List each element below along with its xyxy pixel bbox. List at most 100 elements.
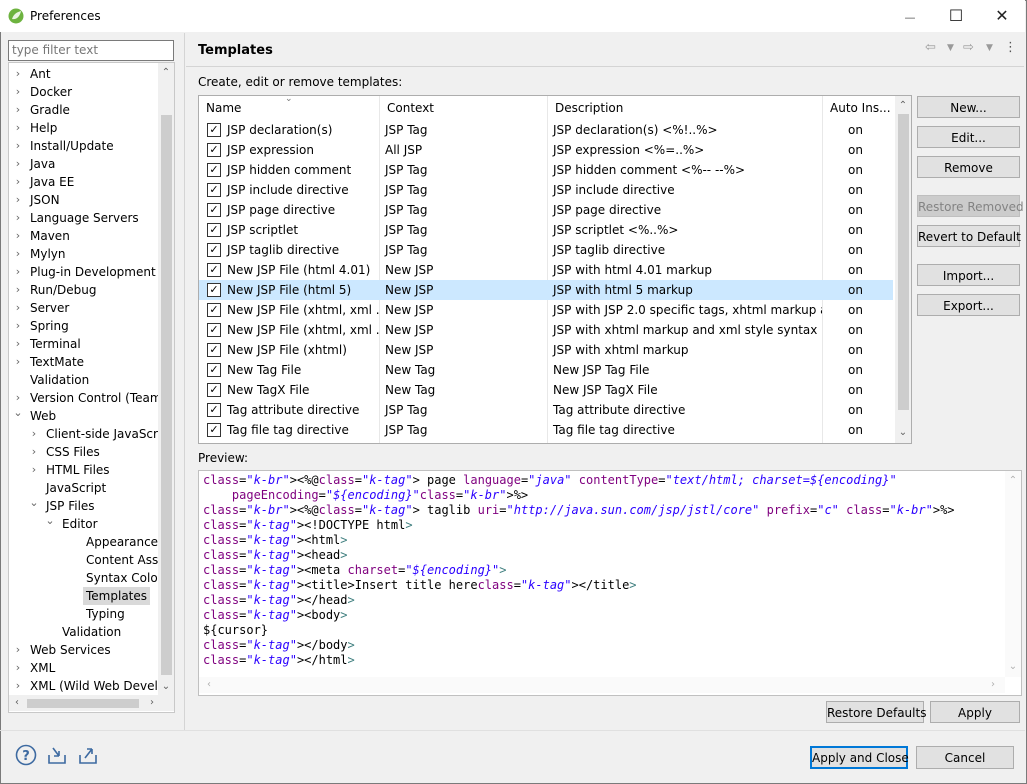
table-row[interactable]: ✓ JSP include directive JSP Tag JSP include… (199, 180, 893, 200)
enable-checkbox[interactable]: ✓ (207, 323, 221, 337)
tree-item[interactable]: › Spring (9, 317, 157, 335)
view-menu-icon[interactable]: ⋮ (1004, 40, 1017, 55)
collapsed-chevron-icon[interactable]: › (13, 245, 23, 263)
enable-checkbox[interactable]: ✓ (207, 423, 221, 437)
preview-horizontal-scrollbar[interactable]: ‹ › (199, 677, 1005, 693)
enable-checkbox[interactable]: ✓ (207, 163, 221, 177)
collapsed-chevron-icon[interactable]: › (13, 677, 23, 695)
edit-button[interactable]: Edit... (917, 126, 1020, 148)
collapsed-chevron-icon[interactable]: › (13, 659, 23, 677)
table-row[interactable]: ✓ New JSP File (xhtml) New JSP JSP with xht… (199, 340, 893, 360)
filter-field[interactable] (8, 40, 174, 61)
tree-item[interactable]: › TextMate (9, 353, 157, 371)
enable-checkbox[interactable]: ✓ (207, 283, 221, 297)
collapsed-chevron-icon[interactable]: › (13, 101, 23, 119)
collapsed-chevron-icon[interactable]: › (13, 227, 23, 245)
tree-scroll-thumb[interactable] (161, 115, 172, 675)
collapsed-chevron-icon[interactable]: › (13, 209, 23, 227)
remove-button[interactable]: Remove (917, 156, 1020, 178)
filter-input[interactable] (9, 41, 173, 58)
collapsed-chevron-icon[interactable]: › (13, 83, 23, 101)
tree-item[interactable]: › Install/Update (9, 137, 157, 155)
scroll-down-arrow-icon[interactable]: ⌄ (1005, 659, 1021, 675)
close-button[interactable]: ✕ (979, 0, 1025, 32)
scroll-right-arrow-icon[interactable]: › (985, 677, 1001, 693)
table-row[interactable]: ✓ New JSP File (xhtml, xml ... New JSP JSP … (199, 300, 893, 320)
table-row[interactable]: ✓ JSP page directive JSP Tag JSP page direc… (199, 200, 893, 220)
templates-table[interactable]: Name ⌄ Context Description Auto Ins... ✓… (198, 95, 912, 444)
pane-divider[interactable] (184, 33, 185, 730)
collapsed-chevron-icon[interactable]: › (13, 353, 23, 371)
table-row[interactable]: ✓ Tag attribute directive JSP Tag Tag attri… (199, 400, 893, 420)
collapsed-chevron-icon[interactable]: › (29, 425, 39, 443)
tree-item[interactable]: › XML (Wild Web Developer) (9, 677, 174, 695)
help-icon[interactable]: ? (15, 744, 37, 766)
back-arrow-icon[interactable]: ⇦ (925, 40, 936, 55)
table-row[interactable]: ✓ New JSP File (html 4.01) New JSP JSP with… (199, 260, 893, 280)
tree-item[interactable]: Syntax Coloring (9, 569, 174, 587)
scroll-up-arrow-icon[interactable]: ⌃ (158, 65, 174, 81)
minimize-button[interactable]: — (887, 0, 933, 32)
export-preferences-icon[interactable] (77, 744, 99, 766)
scroll-right-arrow-icon[interactable]: › (144, 695, 160, 711)
tree-item[interactable]: › Version Control (Team) (9, 389, 166, 407)
tree-hscroll-thumb[interactable] (27, 699, 139, 708)
tree-item[interactable]: › Docker (9, 83, 157, 101)
tree-item[interactable]: › Gradle (9, 101, 157, 119)
preview-pane[interactable]: class="k-br"><%@class="k-tag"> page lang… (198, 470, 1022, 696)
tree-item[interactable]: › Terminal (9, 335, 157, 353)
tree-item[interactable]: › Mylyn (9, 245, 157, 263)
tree-item[interactable]: › Java EE (9, 173, 157, 191)
restore-defaults-button[interactable]: Restore Defaults (826, 701, 926, 723)
tree-vertical-scrollbar[interactable]: ⌃ ⌄ (158, 63, 174, 695)
table-row[interactable]: ✓ New JSP File (html 5) New JSP JSP with ht… (199, 280, 893, 300)
column-header-description[interactable]: Description (548, 96, 823, 120)
column-header-context[interactable]: Context (380, 96, 548, 120)
forward-arrow-icon[interactable]: ⇨ (963, 40, 974, 55)
tree-item[interactable]: › Ant (9, 65, 157, 83)
collapsed-chevron-icon[interactable]: › (13, 299, 23, 317)
tree-item[interactable]: › Web Services (9, 641, 157, 659)
tree-item[interactable]: Appearance (9, 533, 158, 551)
scroll-down-arrow-icon[interactable]: ⌄ (158, 679, 174, 695)
preference-tree[interactable]: › Ant › Docker › Gradle › Help › Install/Update › J… (8, 62, 175, 713)
apply-and-close-button[interactable]: Apply and Close (810, 746, 909, 769)
table-row[interactable]: ✓ New Tag File New Tag New JSP Tag File on (199, 360, 893, 380)
scroll-left-arrow-icon[interactable]: ‹ (9, 695, 25, 711)
tree-item[interactable]: › Help (9, 119, 157, 137)
back-dropdown-icon[interactable]: ▼ (947, 43, 954, 53)
tree-item[interactable]: › Run/Debug (9, 281, 157, 299)
tree-item[interactable]: Validation (9, 371, 157, 389)
enable-checkbox[interactable]: ✓ (207, 263, 221, 277)
tree-item[interactable]: › JSON (9, 191, 157, 209)
collapsed-chevron-icon[interactable]: › (13, 155, 23, 173)
collapsed-chevron-icon[interactable]: › (13, 281, 23, 299)
expanded-chevron-icon[interactable]: ⌄ (45, 512, 55, 530)
tree-item[interactable]: › XML (9, 659, 157, 677)
forward-dropdown-icon[interactable]: ▼ (986, 43, 993, 53)
import-preferences-icon[interactable] (46, 744, 68, 766)
table-row[interactable]: ✓ New TagX File New Tag New JSP TagX File on (199, 380, 893, 400)
tree-item[interactable]: ⌄ JSP Files (9, 496, 157, 515)
tree-item[interactable]: › Java (9, 155, 157, 173)
tree-item[interactable]: › HTML Files (9, 461, 157, 479)
maximize-button[interactable]: ☐ (933, 0, 979, 32)
table-scroll-thumb[interactable] (898, 114, 909, 410)
enable-checkbox[interactable]: ✓ (207, 243, 221, 257)
enable-checkbox[interactable]: ✓ (207, 143, 221, 157)
expanded-chevron-icon[interactable]: ⌄ (13, 404, 23, 422)
collapsed-chevron-icon[interactable]: › (13, 317, 23, 335)
tree-item[interactable]: › CSS Files (9, 443, 157, 461)
collapsed-chevron-icon[interactable]: › (13, 263, 23, 281)
cancel-button[interactable]: Cancel (916, 746, 1014, 769)
new-button[interactable]: New... (917, 96, 1020, 118)
collapsed-chevron-icon[interactable]: › (13, 173, 23, 191)
column-header-auto-insert[interactable]: Auto Ins... (823, 96, 893, 120)
scroll-left-arrow-icon[interactable]: ‹ (201, 677, 217, 693)
scroll-up-arrow-icon[interactable]: ⌃ (1005, 473, 1021, 489)
scroll-down-arrow-icon[interactable]: ⌄ (895, 425, 911, 441)
tree-item[interactable]: › Server (9, 299, 157, 317)
enable-checkbox[interactable]: ✓ (207, 183, 221, 197)
table-row[interactable]: ✓ JSP taglib directive JSP Tag JSP taglib d… (199, 240, 893, 260)
collapsed-chevron-icon[interactable]: › (13, 137, 23, 155)
